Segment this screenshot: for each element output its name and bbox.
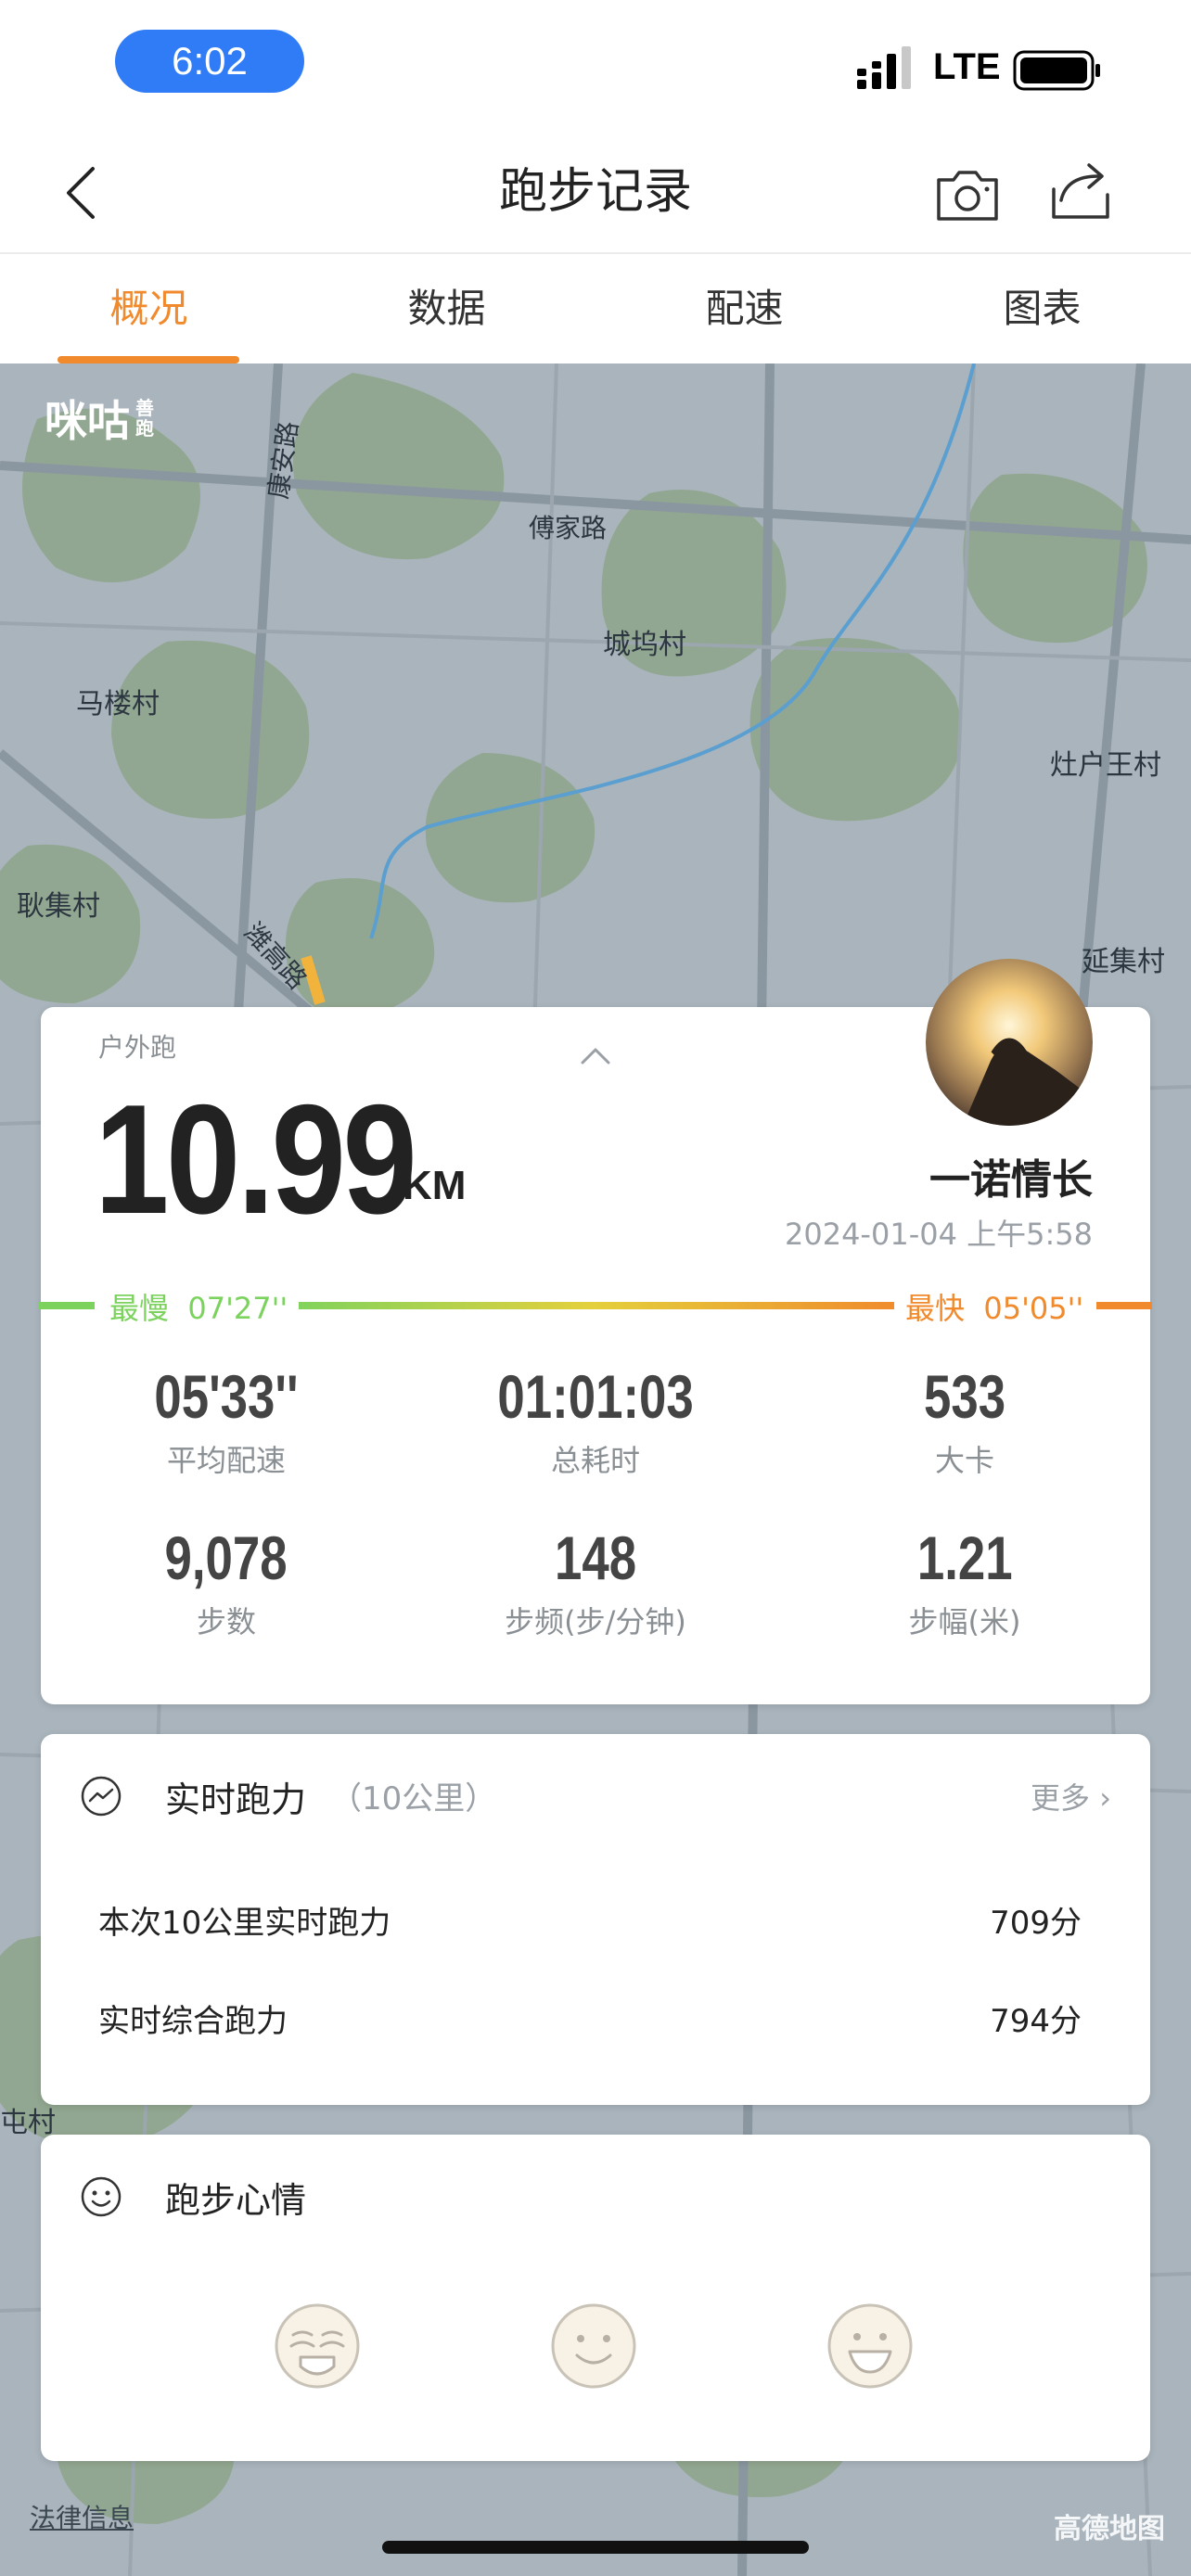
running-mood-title: 跑步心情 bbox=[165, 2180, 307, 2221]
map-label: 傅家路 bbox=[529, 513, 608, 543]
user-avatar[interactable] bbox=[926, 959, 1093, 1126]
stat-avg-pace: 05'33'' 平均配速 bbox=[41, 1361, 412, 1480]
map-label: 耿集村 bbox=[17, 890, 100, 923]
share-icon[interactable] bbox=[1048, 161, 1113, 223]
stat-label: 大卡 bbox=[934, 1443, 994, 1478]
stat-steps: 9,078 步数 bbox=[41, 1523, 412, 1641]
page-title: 跑步记录 bbox=[498, 164, 692, 220]
smiley-icon bbox=[81, 2176, 122, 2217]
smile-face-icon[interactable] bbox=[549, 2302, 638, 2391]
map-provider-brand: 高德地图 bbox=[1054, 2513, 1165, 2545]
map-label: 马楼村 bbox=[76, 688, 160, 721]
network-type: LTE bbox=[933, 46, 1001, 87]
stat-value: 9,078 bbox=[164, 1524, 288, 1592]
running-power-subtitle: （10公里） bbox=[330, 1780, 497, 1817]
tab-bar: 概况 数据 配速 图表 bbox=[0, 254, 1191, 363]
distance-value: 10.99 bbox=[95, 1072, 417, 1246]
battery-icon bbox=[1013, 50, 1100, 91]
distance-unit: KM bbox=[403, 1163, 467, 1208]
grin-face-icon[interactable] bbox=[826, 2302, 915, 2391]
stat-label: 总耗时 bbox=[550, 1443, 640, 1478]
fastest-pace-value: 05'05'' bbox=[983, 1291, 1084, 1326]
stat-value: 148 bbox=[554, 1524, 637, 1592]
nav-bar: 跑步记录 bbox=[0, 130, 1191, 254]
stat-label: 平均配速 bbox=[166, 1443, 286, 1478]
map-label: 延集村 bbox=[1082, 946, 1165, 978]
chevron-up-icon[interactable] bbox=[579, 1044, 612, 1066]
stat-cadence: 148 步频(步/分钟) bbox=[410, 1523, 781, 1641]
stat-value: 533 bbox=[923, 1362, 1006, 1431]
home-indicator[interactable] bbox=[382, 2541, 809, 2554]
stat-calories: 533 大卡 bbox=[779, 1361, 1150, 1480]
running-mood-card: 跑步心情 bbox=[41, 2135, 1150, 2461]
chevron-right-icon: › bbox=[1099, 1780, 1111, 1816]
run-datetime: 2024-01-04 上午5:58 bbox=[784, 1217, 1093, 1252]
username: 一诺情长 bbox=[929, 1156, 1093, 1204]
power-row-value: 794分 bbox=[990, 2003, 1082, 2040]
tab-charts[interactable]: 图表 bbox=[893, 254, 1191, 363]
power-row-value: 709分 bbox=[990, 1905, 1082, 1942]
trend-chart-icon bbox=[81, 1776, 122, 1817]
more-link[interactable]: 更多 › bbox=[1031, 1775, 1111, 1817]
map-label: 灶户王村 bbox=[1050, 749, 1161, 782]
stat-label: 步幅(米) bbox=[908, 1604, 1021, 1639]
run-summary-card: 户外跑 10.99 KM 一诺情长 2024-01-04 上午5:58 最慢 0… bbox=[39, 959, 1152, 1704]
status-bar: 6:02 LTE bbox=[0, 0, 1191, 130]
cellular-signal-icon bbox=[857, 46, 911, 89]
fastest-pace: 最快 05'05'' bbox=[894, 1285, 1095, 1328]
power-row: 实时综合跑力 794分 bbox=[98, 1996, 1082, 2041]
status-time: 6:02 bbox=[115, 30, 304, 93]
stat-label: 步频(步/分钟) bbox=[505, 1604, 686, 1639]
slowest-pace-label: 最慢 bbox=[109, 1291, 170, 1326]
stat-label: 步数 bbox=[196, 1604, 256, 1639]
stat-stride: 1.21 步幅(米) bbox=[779, 1523, 1150, 1641]
tab-data[interactable]: 数据 bbox=[298, 254, 596, 363]
run-type: 户外跑 bbox=[98, 1032, 177, 1063]
stat-value: 1.21 bbox=[916, 1524, 1013, 1592]
pace-line-right bbox=[1096, 1302, 1152, 1309]
camera-icon[interactable] bbox=[933, 165, 1002, 223]
pace-line-gradient bbox=[280, 1302, 902, 1309]
app-logo: 咪咕 善跑 bbox=[45, 388, 158, 449]
logo-main: 咪咕 bbox=[45, 396, 130, 446]
stat-value: 05'33'' bbox=[154, 1362, 299, 1431]
map-label: 城坞村 bbox=[603, 629, 686, 661]
tab-pace[interactable]: 配速 bbox=[596, 254, 893, 363]
pace-range-bar: 最慢 07'27'' 最快 05'05'' bbox=[39, 1285, 1152, 1328]
stat-total-time: 01:01:03 总耗时 bbox=[410, 1361, 781, 1480]
running-power-title: 实时跑力 bbox=[165, 1779, 307, 1820]
pace-line-left bbox=[39, 1302, 95, 1309]
logo-sub: 善跑 bbox=[135, 397, 154, 440]
power-row: 本次10公里实时跑力 709分 bbox=[98, 1897, 1082, 1943]
fastest-pace-label: 最快 bbox=[905, 1291, 966, 1326]
legal-info-link[interactable]: 法律信息 bbox=[30, 2498, 134, 2535]
map-label: 屯村 bbox=[0, 2107, 56, 2139]
slowest-pace-value: 07'27'' bbox=[187, 1291, 288, 1326]
tired-face-icon[interactable] bbox=[273, 2302, 362, 2391]
stat-value: 01:01:03 bbox=[497, 1362, 694, 1431]
more-link-label: 更多 bbox=[1031, 1780, 1091, 1816]
running-power-card: 实时跑力 （10公里） 更多 › 本次10公里实时跑力 709分 实时综合跑力 … bbox=[41, 1734, 1150, 2105]
slowest-pace: 最慢 07'27'' bbox=[98, 1285, 300, 1328]
power-row-label: 实时综合跑力 bbox=[98, 2003, 288, 2040]
tab-overview[interactable]: 概况 bbox=[0, 254, 298, 363]
back-arrow-icon[interactable] bbox=[59, 163, 106, 223]
power-row-label: 本次10公里实时跑力 bbox=[98, 1905, 391, 1942]
